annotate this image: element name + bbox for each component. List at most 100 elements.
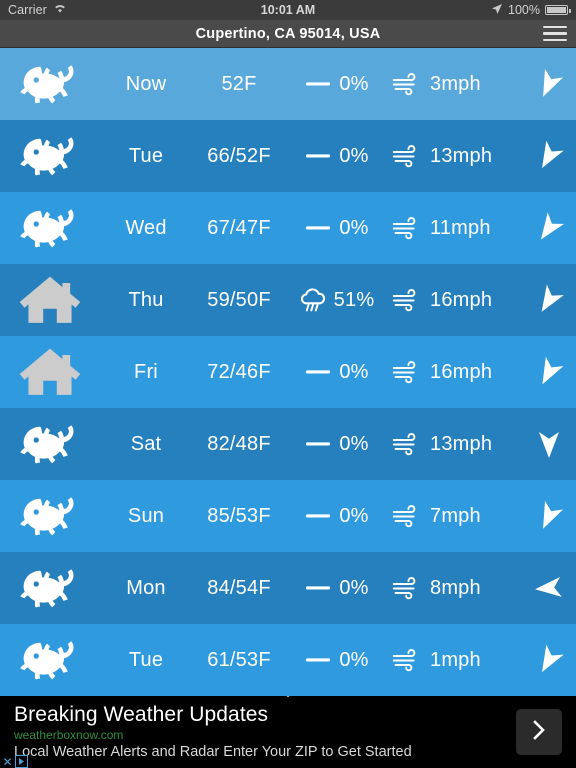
wind-speed-label: 1mph <box>430 648 481 671</box>
forecast-wind-cell: 8mph <box>386 575 522 601</box>
no-precipitation-icon <box>303 215 333 241</box>
wind-speed-label: 7mph <box>430 504 481 527</box>
fish-icon <box>0 198 100 258</box>
no-precipitation-icon <box>303 359 333 385</box>
precipitation-label: 51% <box>333 288 375 311</box>
forecast-temperature-cell: 85/53F <box>192 505 286 528</box>
ios-status-bar: Carrier 10:01 AM 100% <box>0 0 576 20</box>
close-ad-icon[interactable]: ✕ <box>1 755 14 768</box>
forecast-row-mon[interactable]: Mon 84/54F 0% 8mph <box>0 552 576 624</box>
temperature-label: 84/54F <box>207 576 271 599</box>
hamburger-menu-icon[interactable] <box>543 25 567 43</box>
day-label: Mon <box>126 576 166 599</box>
forecast-wind-cell: 3mph <box>386 71 522 97</box>
precipitation-label: 0% <box>339 504 369 527</box>
wind-speed-label: 8mph <box>430 576 481 599</box>
house-icon <box>0 342 100 402</box>
wind-direction-arrow-icon <box>522 427 576 461</box>
day-label: Thu <box>128 288 164 311</box>
forecast-list: Now 52F 0% 3mph Tue 66/52F 0% 13mph Wed 67/47F 0% 1… <box>0 48 576 696</box>
forecast-temperature-cell: 82/48F <box>192 433 286 456</box>
forecast-temperature-cell: 67/47F <box>192 217 286 240</box>
day-label: Tue <box>128 144 164 167</box>
temperature-label: 85/53F <box>207 504 271 527</box>
advertisement-banner[interactable]: Breaking Weather Updates weatherboxnow.c… <box>0 696 576 768</box>
carrier-label: Carrier <box>8 3 47 17</box>
rain-cloud-icon <box>298 287 328 313</box>
ad-title: Breaking Weather Updates <box>14 703 269 727</box>
forecast-day-cell: Sun <box>100 505 192 528</box>
fish-icon <box>0 126 100 186</box>
forecast-row-tue[interactable]: Tue 61/53F 0% 1mph <box>0 624 576 696</box>
forecast-row-tue[interactable]: Tue 66/52F 0% 13mph <box>0 120 576 192</box>
temperature-label: 82/48F <box>207 432 271 455</box>
forecast-day-cell: Fri <box>100 361 192 384</box>
battery-full-icon <box>545 5 571 15</box>
ad-close-group: ✕ <box>1 755 28 768</box>
forecast-row-sat[interactable]: Sat 82/48F 0% 13mph <box>0 408 576 480</box>
no-precipitation-icon <box>303 575 333 601</box>
forecast-precipitation-cell: 0% <box>286 575 386 601</box>
forecast-row-fri[interactable]: Fri 72/46F 0% 16mph <box>0 336 576 408</box>
house-icon <box>0 270 100 330</box>
forecast-precipitation-cell: 0% <box>286 359 386 385</box>
forecast-row-sun[interactable]: Sun 85/53F 0% 7mph <box>0 480 576 552</box>
wind-direction-arrow-icon <box>522 499 576 533</box>
forecast-temperature-cell: 72/46F <box>192 361 286 384</box>
temperature-label: 67/47F <box>207 216 271 239</box>
forecast-row-thu[interactable]: Thu 59/50F 51% 16mph <box>0 264 576 336</box>
precipitation-label: 0% <box>339 360 369 383</box>
forecast-temperature-cell: 84/54F <box>192 577 286 600</box>
wind-icon <box>392 575 422 601</box>
adchoices-icon[interactable] <box>15 755 28 768</box>
forecast-day-cell: Mon <box>100 577 192 600</box>
forecast-day-cell: Wed <box>100 217 192 240</box>
ad-description: Local Weather Alerts and Radar Enter You… <box>14 743 412 760</box>
forecast-day-cell: Sat <box>100 433 192 456</box>
forecast-wind-cell: 1mph <box>386 647 522 673</box>
forecast-wind-cell: 16mph <box>386 359 522 385</box>
precipitation-label: 0% <box>339 576 369 599</box>
wind-icon <box>392 647 422 673</box>
wind-speed-label: 16mph <box>430 288 493 311</box>
fish-icon <box>0 486 100 546</box>
forecast-precipitation-cell: 0% <box>286 431 386 457</box>
forecast-row-wed[interactable]: Wed 67/47F 0% 11mph <box>0 192 576 264</box>
no-precipitation-icon <box>303 143 333 169</box>
forecast-wind-cell: 13mph <box>386 431 522 457</box>
precipitation-label: 0% <box>339 648 369 671</box>
wind-icon <box>392 287 422 313</box>
wind-icon <box>392 71 422 97</box>
wind-direction-arrow-icon <box>522 355 576 389</box>
forecast-wind-cell: 16mph <box>386 287 522 313</box>
hamburger-bar <box>543 38 567 42</box>
status-bar-clock: 10:01 AM <box>260 3 316 17</box>
ad-cta-button[interactable] <box>516 709 562 755</box>
forecast-precipitation-cell: 0% <box>286 215 386 241</box>
day-label: Fri <box>134 360 158 383</box>
fish-icon <box>0 630 100 690</box>
no-precipitation-icon <box>303 503 333 529</box>
battery-percent-label: 100% <box>508 3 540 17</box>
wind-direction-arrow-icon <box>522 571 576 605</box>
forecast-precipitation-cell: 0% <box>286 503 386 529</box>
no-precipitation-icon <box>303 71 333 97</box>
fish-icon <box>0 558 100 618</box>
wind-direction-arrow-icon <box>522 211 576 245</box>
day-label: Sun <box>127 504 165 527</box>
forecast-row-now[interactable]: Now 52F 0% 3mph <box>0 48 576 120</box>
fish-icon <box>0 414 100 474</box>
weather-app: Carrier 10:01 AM 100% Cupertino, CA 9501… <box>0 0 576 768</box>
wind-icon <box>392 431 422 457</box>
temperature-label: 61/53F <box>207 648 271 671</box>
forecast-precipitation-cell: 0% <box>286 647 386 673</box>
ad-url: weatherboxnow.com <box>14 727 124 742</box>
precipitation-label: 0% <box>339 216 369 239</box>
day-label: Now <box>125 72 167 95</box>
fish-icon <box>0 54 100 114</box>
wind-icon <box>392 503 422 529</box>
hamburger-bar <box>543 25 567 29</box>
wind-direction-arrow-icon <box>522 67 576 101</box>
forecast-day-cell: Thu <box>100 289 192 312</box>
wind-icon <box>392 143 422 169</box>
